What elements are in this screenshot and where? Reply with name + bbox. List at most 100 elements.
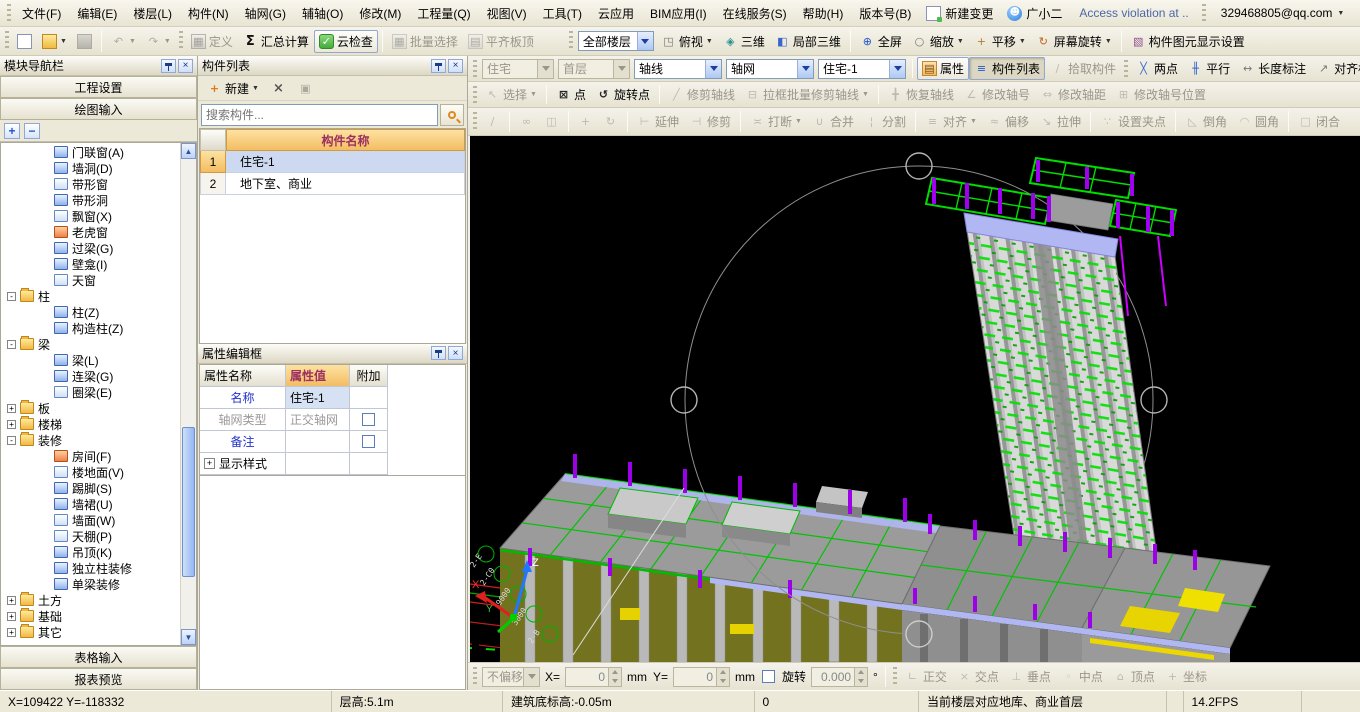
tree-toggle[interactable]: + bbox=[7, 404, 16, 413]
chamfer-button[interactable]: ◺ 倒角 bbox=[1180, 110, 1232, 133]
collapse-all-button[interactable]: − bbox=[24, 123, 40, 139]
tree-item[interactable]: + 其它 bbox=[1, 624, 180, 640]
close-icon[interactable]: × bbox=[448, 346, 463, 360]
element-display-settings-button[interactable]: ▧ 构件图元显示设置 bbox=[1126, 30, 1250, 53]
chevron-down-icon[interactable] bbox=[797, 60, 813, 78]
tree-item[interactable]: 墙洞(D) bbox=[1, 160, 180, 176]
align-button[interactable]: ≡ 对齐 ▼ bbox=[920, 110, 982, 133]
tree-item[interactable]: 吊顶(K) bbox=[1, 544, 180, 560]
partial-3d-button[interactable]: ◧ 局部三维 bbox=[770, 30, 846, 53]
tree-scrollbar[interactable]: ▲ ▼ bbox=[180, 143, 196, 645]
split-button[interactable]: ¦ 分割 bbox=[859, 110, 911, 133]
select-button[interactable]: ↖ 选择 ▼ bbox=[480, 83, 542, 106]
report-preview-button[interactable]: 报表预览 bbox=[0, 668, 197, 690]
tree-toggle[interactable]: - bbox=[7, 436, 16, 445]
property-value[interactable] bbox=[286, 453, 350, 475]
break-button[interactable]: ≍ 打断 ▼ bbox=[745, 110, 807, 133]
menu-item[interactable]: 楼层(L) bbox=[125, 2, 180, 25]
rotate-angle-spinner[interactable]: 0.000 bbox=[811, 667, 868, 687]
intersect-snap-button[interactable]: × 交点 bbox=[952, 665, 1004, 688]
zoom-button[interactable]: ○ 缩放 ▼ bbox=[907, 30, 969, 53]
pan-button[interactable]: + 平移 ▼ bbox=[969, 30, 1031, 53]
tree-item[interactable]: + 土方 bbox=[1, 592, 180, 608]
tree-item[interactable]: 壁龛(I) bbox=[1, 256, 180, 272]
expand-all-button[interactable]: + bbox=[4, 123, 20, 139]
tree-toggle[interactable]: - bbox=[7, 340, 16, 349]
modify-axis-number-button[interactable]: ∠ 修改轴号 bbox=[959, 83, 1035, 106]
undo-button[interactable]: ↶ ▼ bbox=[106, 31, 141, 52]
fillet-button[interactable]: ◠ 圆角 bbox=[1232, 110, 1284, 133]
pin-icon[interactable] bbox=[431, 59, 446, 73]
combo-select[interactable]: 轴线 bbox=[634, 59, 722, 79]
trim-button[interactable]: ⊣ 修剪 bbox=[684, 110, 736, 133]
close-icon[interactable]: × bbox=[448, 59, 463, 73]
menu-item[interactable]: 版本号(B) bbox=[851, 2, 919, 25]
modify-axis-spacing-button[interactable]: ⇔ 修改轴距 bbox=[1035, 83, 1111, 106]
tree-item[interactable]: 老虎窗 bbox=[1, 224, 180, 240]
tree-item[interactable]: 踢脚(S) bbox=[1, 480, 180, 496]
table-row[interactable]: 2 地下室、商业 bbox=[200, 173, 465, 195]
tree-item[interactable]: 飘窗(X) bbox=[1, 208, 180, 224]
vertex-snap-button[interactable]: ⌂ 顶点 bbox=[1108, 665, 1160, 688]
tree-item[interactable]: 带形窗 bbox=[1, 176, 180, 192]
combo-select[interactable]: 住宅-1 bbox=[818, 59, 906, 79]
delete-component-button[interactable]: × bbox=[266, 78, 291, 99]
drawing-input-button[interactable]: 绘图输入 bbox=[0, 98, 197, 120]
move-button[interactable]: + bbox=[573, 111, 598, 132]
rotate-point-button[interactable]: ↺ 旋转点 bbox=[591, 83, 655, 106]
rotate-checkbox[interactable] bbox=[762, 670, 775, 683]
save-button[interactable] bbox=[72, 31, 97, 52]
expand-toggle[interactable]: + bbox=[204, 458, 215, 469]
property-row[interactable]: + 显示样式 bbox=[200, 453, 465, 475]
chevron-down-icon[interactable] bbox=[537, 60, 553, 78]
chevron-down-icon[interactable] bbox=[889, 60, 905, 78]
parallel-button[interactable]: ╫ 平行 bbox=[1183, 57, 1235, 80]
tree-item[interactable]: 过梁(G) bbox=[1, 240, 180, 256]
batch-select-button[interactable]: ▦ 批量选择 bbox=[387, 30, 463, 53]
mirror-button[interactable]: ◫ bbox=[539, 111, 564, 132]
box-trim-axis-button[interactable]: ⊟ 拉框批量修剪轴线 ▼ bbox=[740, 83, 874, 106]
menu-item[interactable]: 工程量(Q) bbox=[409, 2, 478, 25]
property-value[interactable] bbox=[286, 431, 350, 453]
combo-select[interactable]: 住宅 bbox=[482, 59, 554, 79]
menu-item[interactable]: 构件(N) bbox=[180, 2, 237, 25]
search-input[interactable] bbox=[201, 104, 438, 126]
tree-item[interactable]: 柱(Z) bbox=[1, 304, 180, 320]
tree-item[interactable]: 楼地面(V) bbox=[1, 464, 180, 480]
table-input-button[interactable]: 表格输入 bbox=[0, 646, 197, 668]
tree-toggle[interactable]: + bbox=[7, 628, 16, 637]
extra-checkbox[interactable] bbox=[362, 435, 375, 448]
scroll-up-icon[interactable]: ▲ bbox=[181, 143, 196, 159]
tree-toggle[interactable]: + bbox=[7, 596, 16, 605]
combo-select[interactable]: 首层 bbox=[558, 59, 630, 79]
x-coordinate-spinner[interactable]: 0 bbox=[565, 667, 622, 687]
coordinate-snap-button[interactable]: + 坐标 bbox=[1160, 665, 1212, 688]
tree-item[interactable]: - 装修 bbox=[1, 432, 180, 448]
rotate-button[interactable]: ↻ bbox=[598, 111, 623, 132]
tree-item[interactable]: 墙裙(U) bbox=[1, 496, 180, 512]
modify-axis-number-pos-button[interactable]: ⊞ 修改轴号位置 bbox=[1111, 83, 1211, 106]
copy-to-layer-button[interactable]: ▣ bbox=[293, 78, 318, 99]
redo-button[interactable]: ↷ ▼ bbox=[141, 31, 176, 52]
scroll-down-icon[interactable]: ▼ bbox=[181, 629, 196, 645]
tree-item[interactable]: 独立柱装修 bbox=[1, 560, 180, 576]
mascot-button[interactable]: ☻ 广小二 bbox=[1000, 3, 1069, 24]
midpoint-snap-button[interactable]: ◦ 中点 bbox=[1056, 665, 1108, 688]
offset-select[interactable]: 不偏移 bbox=[482, 667, 540, 687]
property-row[interactable]: 轴网类型 正交轴网 bbox=[200, 409, 465, 431]
ortho-snap-button[interactable]: ∟ 正交 bbox=[900, 665, 952, 688]
tree-item[interactable]: 墙面(W) bbox=[1, 512, 180, 528]
offset-button[interactable]: ≈ 偏移 bbox=[982, 110, 1034, 133]
tree-item[interactable]: 构造柱(Z) bbox=[1, 320, 180, 336]
chevron-down-icon[interactable] bbox=[637, 32, 653, 50]
tree-item[interactable]: - 梁 bbox=[1, 336, 180, 352]
floor-select[interactable]: 全部楼层 bbox=[578, 31, 654, 51]
point-button[interactable]: ⊠ 点 bbox=[551, 83, 591, 106]
close-poly-button[interactable]: □ 闭合 bbox=[1293, 110, 1345, 133]
tree-item[interactable]: 梁(L) bbox=[1, 352, 180, 368]
menu-item[interactable]: BIM应用(I) bbox=[642, 2, 715, 25]
viewport-3d[interactable]: 2-E 2-C0 9000 3000 2-B Z X Y bbox=[468, 136, 1360, 662]
y-coordinate-spinner[interactable]: 0 bbox=[673, 667, 730, 687]
menu-item[interactable]: 轴网(G) bbox=[237, 2, 294, 25]
tree-toggle[interactable]: - bbox=[7, 292, 16, 301]
